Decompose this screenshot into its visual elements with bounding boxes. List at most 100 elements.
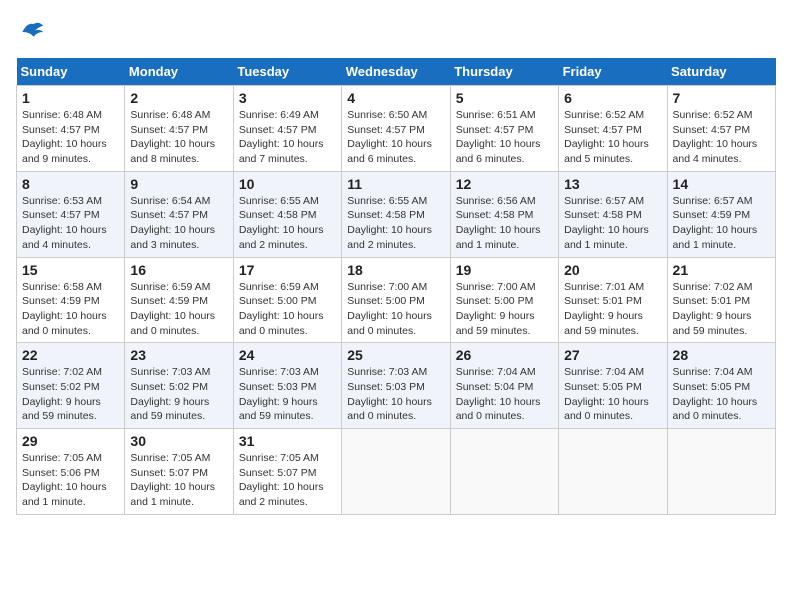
day-info: Sunrise: 6:58 AMSunset: 4:59 PMDaylight:… [22, 280, 119, 339]
day-cell: 13 Sunrise: 6:57 AMSunset: 4:58 PMDayligh… [559, 171, 667, 257]
day-info: Sunrise: 6:56 AMSunset: 4:58 PMDaylight:… [456, 194, 553, 253]
day-cell: 2 Sunrise: 6:48 AMSunset: 4:57 PMDaylight… [125, 86, 233, 172]
day-number: 28 [673, 347, 770, 363]
day-header-tuesday: Tuesday [233, 58, 341, 86]
day-cell: 20 Sunrise: 7:01 AMSunset: 5:01 PMDayligh… [559, 257, 667, 343]
day-info: Sunrise: 7:01 AMSunset: 5:01 PMDaylight:… [564, 280, 661, 339]
day-number: 25 [347, 347, 444, 363]
day-header-thursday: Thursday [450, 58, 558, 86]
day-info: Sunrise: 6:57 AMSunset: 4:59 PMDaylight:… [673, 194, 770, 253]
page-header [16, 16, 776, 48]
day-number: 10 [239, 176, 336, 192]
day-info: Sunrise: 7:03 AMSunset: 5:03 PMDaylight:… [239, 365, 336, 424]
day-cell: 30Sunrise: 7:05 AMSunset: 5:07 PMDayligh… [125, 429, 233, 515]
day-number: 27 [564, 347, 661, 363]
day-number: 26 [456, 347, 553, 363]
day-number: 29 [22, 433, 119, 449]
day-number: 7 [673, 90, 770, 106]
day-number: 9 [130, 176, 227, 192]
day-info: Sunrise: 7:05 AMSunset: 5:06 PMDaylight:… [22, 451, 119, 510]
day-info: Sunrise: 7:00 AMSunset: 5:00 PMDaylight:… [456, 280, 553, 339]
day-number: 31 [239, 433, 336, 449]
logo [16, 16, 52, 48]
day-info: Sunrise: 6:54 AMSunset: 4:57 PMDaylight:… [130, 194, 227, 253]
day-info: Sunrise: 6:59 AMSunset: 4:59 PMDaylight:… [130, 280, 227, 339]
day-header-monday: Monday [125, 58, 233, 86]
day-info: Sunrise: 7:04 AMSunset: 5:05 PMDaylight:… [564, 365, 661, 424]
day-info: Sunrise: 7:03 AMSunset: 5:02 PMDaylight:… [130, 365, 227, 424]
day-cell: 25Sunrise: 7:03 AMSunset: 5:03 PMDayligh… [342, 343, 450, 429]
day-cell: 12Sunrise: 6:56 AMSunset: 4:58 PMDayligh… [450, 171, 558, 257]
logo-icon [16, 16, 48, 48]
day-cell: 21 Sunrise: 7:02 AMSunset: 5:01 PMDayligh… [667, 257, 775, 343]
day-number: 11 [347, 176, 444, 192]
header-row: SundayMondayTuesdayWednesdayThursdayFrid… [17, 58, 776, 86]
day-cell: 9 Sunrise: 6:54 AMSunset: 4:57 PMDaylight… [125, 171, 233, 257]
week-row-2: 15 Sunrise: 6:58 AMSunset: 4:59 PMDayligh… [17, 257, 776, 343]
day-info: Sunrise: 6:57 AMSunset: 4:58 PMDaylight:… [564, 194, 661, 253]
day-cell: 26 Sunrise: 7:04 AMSunset: 5:04 PMDayligh… [450, 343, 558, 429]
day-cell: 3 Sunrise: 6:49 AMSunset: 4:57 PMDaylight… [233, 86, 341, 172]
day-cell: 15 Sunrise: 6:58 AMSunset: 4:59 PMDayligh… [17, 257, 125, 343]
day-cell: 31 Sunrise: 7:05 AMSunset: 5:07 PMDayligh… [233, 429, 341, 515]
day-info: Sunrise: 7:04 AMSunset: 5:04 PMDaylight:… [456, 365, 553, 424]
day-cell: 10 Sunrise: 6:55 AMSunset: 4:58 PMDayligh… [233, 171, 341, 257]
week-row-4: 29 Sunrise: 7:05 AMSunset: 5:06 PMDayligh… [17, 429, 776, 515]
day-number: 15 [22, 262, 119, 278]
day-number: 22 [22, 347, 119, 363]
day-number: 4 [347, 90, 444, 106]
calendar-table: SundayMondayTuesdayWednesdayThursdayFrid… [16, 58, 776, 515]
week-row-0: 1 Sunrise: 6:48 AMSunset: 4:57 PMDaylight… [17, 86, 776, 172]
day-cell: 18 Sunrise: 7:00 AMSunset: 5:00 PMDayligh… [342, 257, 450, 343]
day-info: Sunrise: 6:49 AMSunset: 4:57 PMDaylight:… [239, 108, 336, 167]
day-header-sunday: Sunday [17, 58, 125, 86]
day-info: Sunrise: 6:48 AMSunset: 4:57 PMDaylight:… [22, 108, 119, 167]
day-info: Sunrise: 6:51 AMSunset: 4:57 PMDaylight:… [456, 108, 553, 167]
day-info: Sunrise: 7:04 AMSunset: 5:05 PMDaylight:… [673, 365, 770, 424]
day-number: 2 [130, 90, 227, 106]
day-number: 8 [22, 176, 119, 192]
day-cell [559, 429, 667, 515]
day-header-friday: Friday [559, 58, 667, 86]
day-info: Sunrise: 7:00 AMSunset: 5:00 PMDaylight:… [347, 280, 444, 339]
day-cell: 17 Sunrise: 6:59 AMSunset: 5:00 PMDayligh… [233, 257, 341, 343]
day-cell: 8 Sunrise: 6:53 AMSunset: 4:57 PMDaylight… [17, 171, 125, 257]
day-cell: 27 Sunrise: 7:04 AMSunset: 5:05 PMDayligh… [559, 343, 667, 429]
day-cell: 5 Sunrise: 6:51 AMSunset: 4:57 PMDaylight… [450, 86, 558, 172]
day-cell [342, 429, 450, 515]
day-number: 17 [239, 262, 336, 278]
day-number: 23 [130, 347, 227, 363]
day-number: 13 [564, 176, 661, 192]
day-cell: 6Sunrise: 6:52 AMSunset: 4:57 PMDaylight… [559, 86, 667, 172]
day-number: 3 [239, 90, 336, 106]
day-number: 14 [673, 176, 770, 192]
day-number: 20 [564, 262, 661, 278]
day-cell: 7 Sunrise: 6:52 AMSunset: 4:57 PMDaylight… [667, 86, 775, 172]
day-info: Sunrise: 6:50 AMSunset: 4:57 PMDaylight:… [347, 108, 444, 167]
day-number: 18 [347, 262, 444, 278]
day-number: 1 [22, 90, 119, 106]
day-info: Sunrise: 6:55 AMSunset: 4:58 PMDaylight:… [347, 194, 444, 253]
day-info: Sunrise: 6:59 AMSunset: 5:00 PMDaylight:… [239, 280, 336, 339]
day-cell: 28 Sunrise: 7:04 AMSunset: 5:05 PMDayligh… [667, 343, 775, 429]
week-row-1: 8 Sunrise: 6:53 AMSunset: 4:57 PMDaylight… [17, 171, 776, 257]
day-info: Sunrise: 6:52 AMSunset: 4:57 PMDaylight:… [673, 108, 770, 167]
day-info: Sunrise: 7:02 AMSunset: 5:02 PMDaylight:… [22, 365, 119, 424]
day-header-wednesday: Wednesday [342, 58, 450, 86]
day-info: Sunrise: 6:52 AMSunset: 4:57 PMDaylight:… [564, 108, 661, 167]
day-info: Sunrise: 7:02 AMSunset: 5:01 PMDaylight:… [673, 280, 770, 339]
day-info: Sunrise: 6:55 AMSunset: 4:58 PMDaylight:… [239, 194, 336, 253]
week-row-3: 22 Sunrise: 7:02 AMSunset: 5:02 PMDayligh… [17, 343, 776, 429]
day-cell: 22 Sunrise: 7:02 AMSunset: 5:02 PMDayligh… [17, 343, 125, 429]
day-info: Sunrise: 7:05 AMSunset: 5:07 PMDaylight:… [130, 451, 227, 510]
day-cell: 29 Sunrise: 7:05 AMSunset: 5:06 PMDayligh… [17, 429, 125, 515]
day-number: 19 [456, 262, 553, 278]
day-info: Sunrise: 6:53 AMSunset: 4:57 PMDaylight:… [22, 194, 119, 253]
day-info: Sunrise: 6:48 AMSunset: 4:57 PMDaylight:… [130, 108, 227, 167]
day-info: Sunrise: 7:05 AMSunset: 5:07 PMDaylight:… [239, 451, 336, 510]
day-cell: 24Sunrise: 7:03 AMSunset: 5:03 PMDayligh… [233, 343, 341, 429]
day-cell: 1 Sunrise: 6:48 AMSunset: 4:57 PMDaylight… [17, 86, 125, 172]
day-number: 21 [673, 262, 770, 278]
day-number: 5 [456, 90, 553, 106]
day-cell: 19 Sunrise: 7:00 AMSunset: 5:00 PMDayligh… [450, 257, 558, 343]
